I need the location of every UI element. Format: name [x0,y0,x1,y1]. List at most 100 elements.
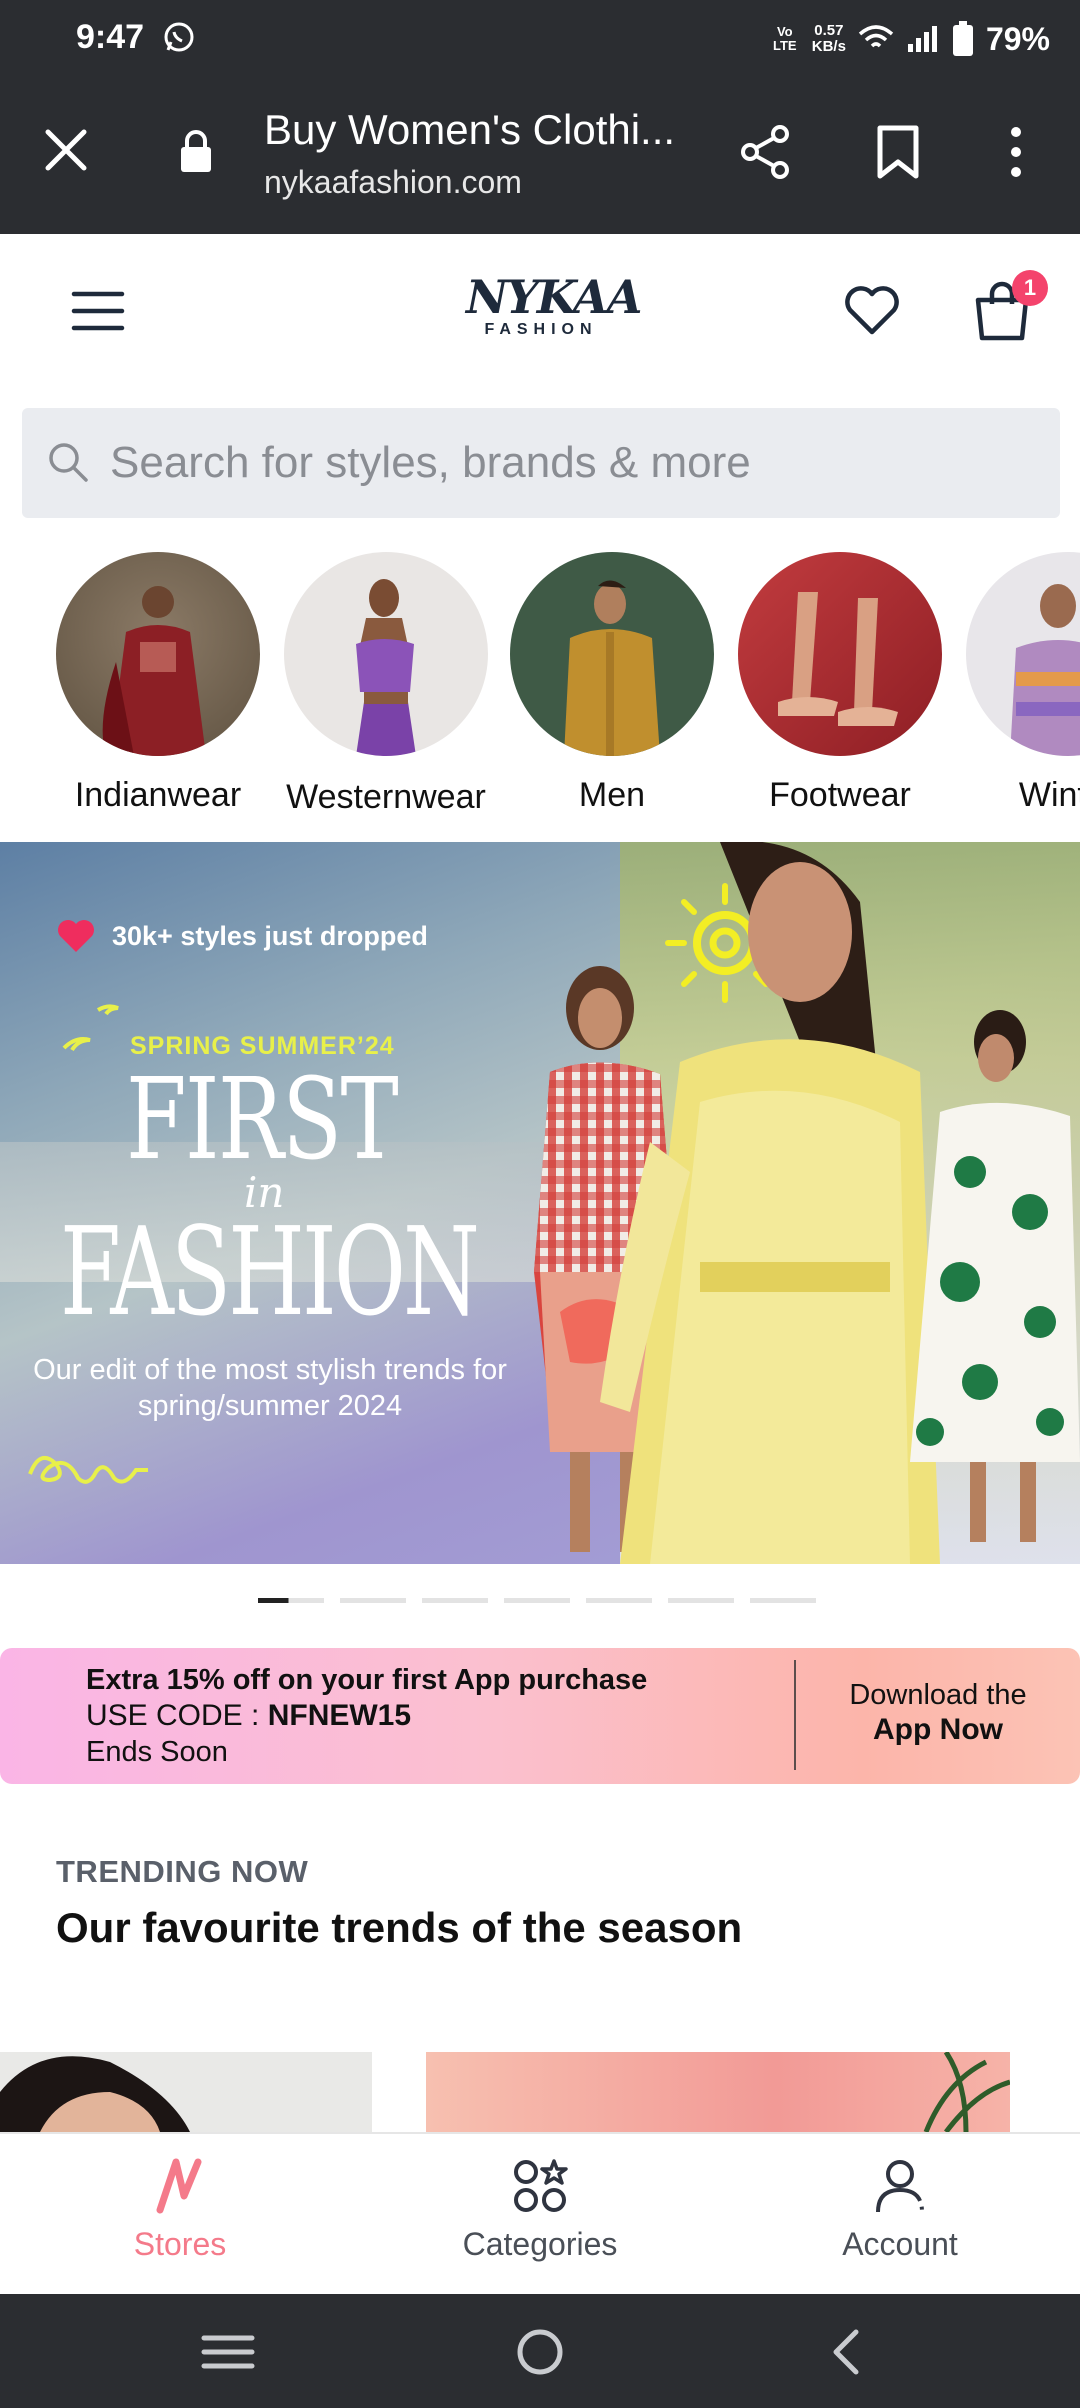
close-icon[interactable] [36,120,96,180]
promo-code: NFNEW15 [267,1699,412,1732]
wifi-icon [858,25,894,48]
hero-headline-fashion: FASHION [60,1201,480,1343]
download-app-label: Download the [849,1679,1027,1711]
search-input[interactable] [110,408,1030,518]
carousel-dot-active[interactable] [258,1598,324,1603]
carousel-dot[interactable] [422,1598,488,1603]
promo-expiry: Ends Soon [86,1736,228,1768]
trend-card-image [0,2056,190,2132]
logo-wordmark: NYKAA [466,270,642,324]
category-label: Footwear [769,776,911,814]
trending-title: Our favourite trends of the season [56,1904,743,1951]
categories-icon [514,2159,568,2212]
model-men-image [564,580,660,756]
hero-subtitle: Our edit of the most stylish trends for … [33,1354,507,1422]
trend-card-image [923,2052,1010,2132]
cart-count-badge: 1 [1012,270,1048,306]
heart-filled-icon [58,920,94,952]
carousel-dot[interactable] [504,1598,570,1603]
category-label: Winter [1018,776,1080,814]
promo-divider [794,1660,796,1770]
battery-icon [952,21,973,56]
home-icon[interactable] [512,2324,568,2380]
nav-categories[interactable]: Categories [360,2134,720,2292]
lock-icon[interactable] [178,128,214,174]
category-image [738,552,942,756]
nav-label: Categories [462,2226,618,2262]
carousel-dot[interactable] [668,1598,734,1603]
system-navigation-bar [0,2294,1080,2408]
logo-subtitle: FASHION [484,321,598,338]
category-carousel[interactable]: Indianwear Westernwear Men Footwear Win [0,548,1080,838]
category-image [284,552,488,756]
share-icon[interactable] [736,122,796,182]
carousel-dot[interactable] [340,1598,406,1603]
promo-code-prefix: USE CODE : [86,1699,268,1732]
footwear-image [778,592,898,726]
trending-kicker: TRENDING NOW [56,1854,309,1889]
model-westernwear-image [356,579,416,756]
promo-offer-title: Extra 15% off on your first App purchase [86,1664,648,1696]
carousel-dot[interactable] [750,1598,816,1603]
volte-indicator: Vo LTE [772,24,797,53]
recent-apps-icon[interactable] [200,2324,256,2380]
category-image [966,552,1080,756]
status-bar: 9:47 Vo LTE 0.57 KB/s 79% [0,0,1080,78]
download-app-label-bold: App Now [873,1713,1003,1746]
hero-banner[interactable]: 30k+ styles just dropped SPRING SUMMER’2… [0,842,1080,1564]
page-title[interactable]: Buy Women's Clothi... [264,106,684,154]
app-promo-banner[interactable]: Extra 15% off on your first App purchase… [0,1648,1080,1784]
trend-card[interactable] [426,2052,1010,2132]
nav-account[interactable]: Account [720,2134,1080,2292]
bird-doodle-icon [62,1004,119,1052]
hero-tagline-text: 30k+ styles just dropped [112,920,428,951]
carousel-indicators [258,1598,816,1603]
network-speed-unit: KB/s [811,38,846,55]
category-footwear[interactable]: Footwear [726,548,954,815]
signal-icon [907,26,937,52]
category-men[interactable]: Men [498,548,726,815]
heart-icon[interactable] [840,278,904,342]
category-label: Men [578,776,646,814]
search-bar[interactable] [22,408,1060,518]
bookmark-icon[interactable] [872,122,924,182]
nav-label: Account [842,2226,958,2262]
account-icon [876,2160,924,2213]
back-icon[interactable] [820,2324,876,2380]
cart-button[interactable]: 1 [970,270,1048,346]
category-winter[interactable]: Winter [954,548,1080,815]
model-floral-dress-image [910,1010,1080,1542]
trend-card[interactable] [0,2052,372,2132]
squiggle-doodle-icon [28,1455,148,1484]
nykaa-fashion-logo[interactable]: NYKAA FASHION [466,270,642,350]
promo-code-line: USE CODE : NFNEW15 [86,1698,647,1734]
category-westernwear[interactable]: Westernwear [272,548,500,817]
model-indianwear-image [102,586,206,756]
model-winter-image [1010,584,1080,756]
category-label: Westernwear [286,778,486,816]
nykaa-n-icon [156,2158,202,2214]
carousel-dot[interactable] [586,1598,652,1603]
battery-percent: 79% [985,20,1050,57]
download-app-button[interactable]: Download the App Now [808,1678,1068,1748]
nav-stores[interactable]: Stores [0,2134,360,2292]
bottom-navigation: Stores Categories Account [0,2132,1080,2292]
page-url[interactable]: nykaafashion.com [264,164,522,201]
category-image [510,552,714,756]
menu-icon[interactable] [70,286,126,336]
whatsapp-icon [164,22,194,52]
nav-label: Stores [133,2226,227,2262]
browser-toolbar: Buy Women's Clothi... nykaafashion.com [0,78,1080,234]
hero-tagline: 30k+ styles just dropped [56,918,428,954]
hero-headline-first: FIRST [126,1055,399,1185]
status-time: 9:47 [76,18,145,56]
category-label: Indianwear [74,776,242,814]
network-speed-value: 0.57 [814,22,844,39]
site-header: NYKAA FASHION 1 [0,234,1080,404]
network-speed: 0.57 KB/s [812,23,846,55]
promo-offer: Extra 15% off on your first App purchase… [86,1662,647,1770]
search-icon [49,443,88,482]
status-indicators: Vo LTE 0.57 KB/s 79% [770,14,1050,64]
more-options-icon[interactable] [1000,122,1032,182]
category-indianwear[interactable]: Indianwear [44,548,272,815]
